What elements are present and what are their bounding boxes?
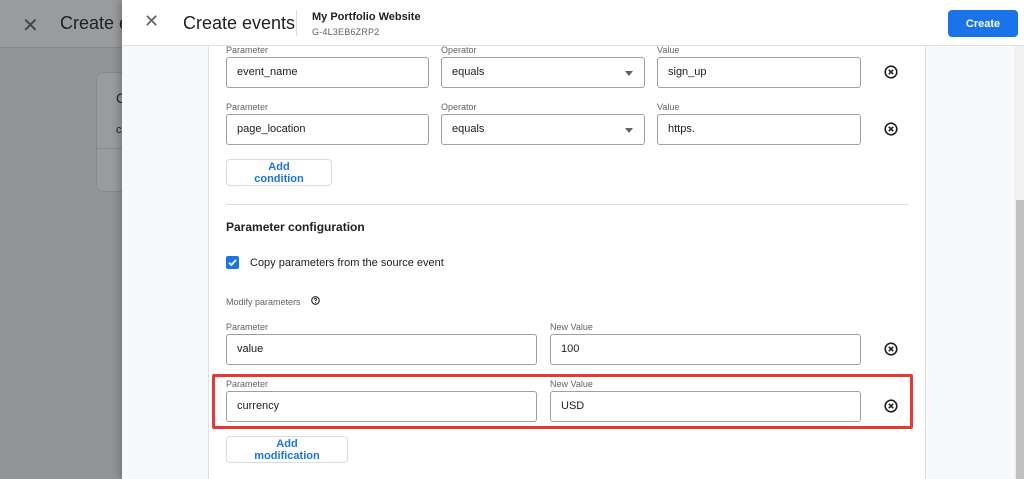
condition-2-value-input[interactable]: https. bbox=[657, 114, 861, 145]
modification-1-parameter-label: Parameter bbox=[226, 322, 269, 332]
add-condition-button[interactable]: Add condition bbox=[226, 159, 332, 186]
remove-circle-icon[interactable] bbox=[884, 65, 898, 79]
help-icon[interactable] bbox=[311, 296, 320, 305]
chevron-down-icon bbox=[625, 128, 633, 133]
condition-2-operator-select[interactable]: equals bbox=[441, 114, 645, 145]
chevron-down-icon bbox=[625, 71, 633, 76]
property-id: G-4L3EB6ZRP2 bbox=[312, 27, 380, 37]
condition-1-operator-label: Operator bbox=[441, 45, 477, 55]
property-name: My Portfolio Website bbox=[312, 11, 421, 23]
remove-circle-icon[interactable] bbox=[884, 399, 898, 413]
modify-parameters-label: Modify parameters bbox=[226, 297, 301, 307]
panel-header: ✕ Create events My Portfolio Website G-4… bbox=[122, 0, 1024, 46]
modification-1-parameter-input[interactable]: value bbox=[226, 334, 537, 365]
condition-1-operator-value: equals bbox=[452, 66, 485, 78]
modification-2-parameter-label: Parameter bbox=[226, 379, 269, 389]
condition-2-operator-label: Operator bbox=[441, 102, 477, 112]
condition-2-parameter-input[interactable]: page_location bbox=[226, 114, 429, 145]
modification-2-new-value-input[interactable]: USD bbox=[550, 391, 861, 422]
modification-2-new-value-label: New Value bbox=[550, 379, 593, 389]
add-modification-button[interactable]: Add modification bbox=[226, 436, 348, 463]
remove-circle-icon[interactable] bbox=[884, 122, 898, 136]
check-icon bbox=[228, 259, 237, 267]
condition-2-parameter-label: Parameter bbox=[226, 102, 269, 112]
condition-1-operator-select[interactable]: equals bbox=[441, 57, 645, 88]
condition-2-operator-value: equals bbox=[452, 123, 485, 135]
copy-parameters-label: Copy parameters from the source event bbox=[250, 257, 444, 269]
condition-2-value-label: Value bbox=[657, 102, 680, 112]
section-divider bbox=[226, 204, 909, 205]
modification-2-parameter-input[interactable]: currency bbox=[226, 391, 537, 422]
condition-1-parameter-label: Parameter bbox=[226, 45, 269, 55]
close-icon[interactable]: ✕ bbox=[144, 12, 159, 30]
remove-circle-icon[interactable] bbox=[884, 342, 898, 356]
parameter-configuration-title: Parameter configuration bbox=[226, 220, 365, 234]
condition-1-parameter-input[interactable]: event_name bbox=[226, 57, 429, 88]
header-separator bbox=[296, 10, 297, 36]
scrollbar-thumb[interactable] bbox=[1016, 200, 1024, 479]
condition-1-value-label: Value bbox=[657, 45, 680, 55]
panel-title: Create events bbox=[183, 13, 296, 33]
modification-1-new-value-input[interactable]: 100 bbox=[550, 334, 861, 365]
copy-parameters-checkbox[interactable] bbox=[226, 256, 239, 269]
condition-1-value-input[interactable]: sign_up bbox=[657, 57, 861, 88]
modification-1-new-value-label: New Value bbox=[550, 322, 593, 332]
create-button[interactable]: Create bbox=[948, 10, 1018, 37]
